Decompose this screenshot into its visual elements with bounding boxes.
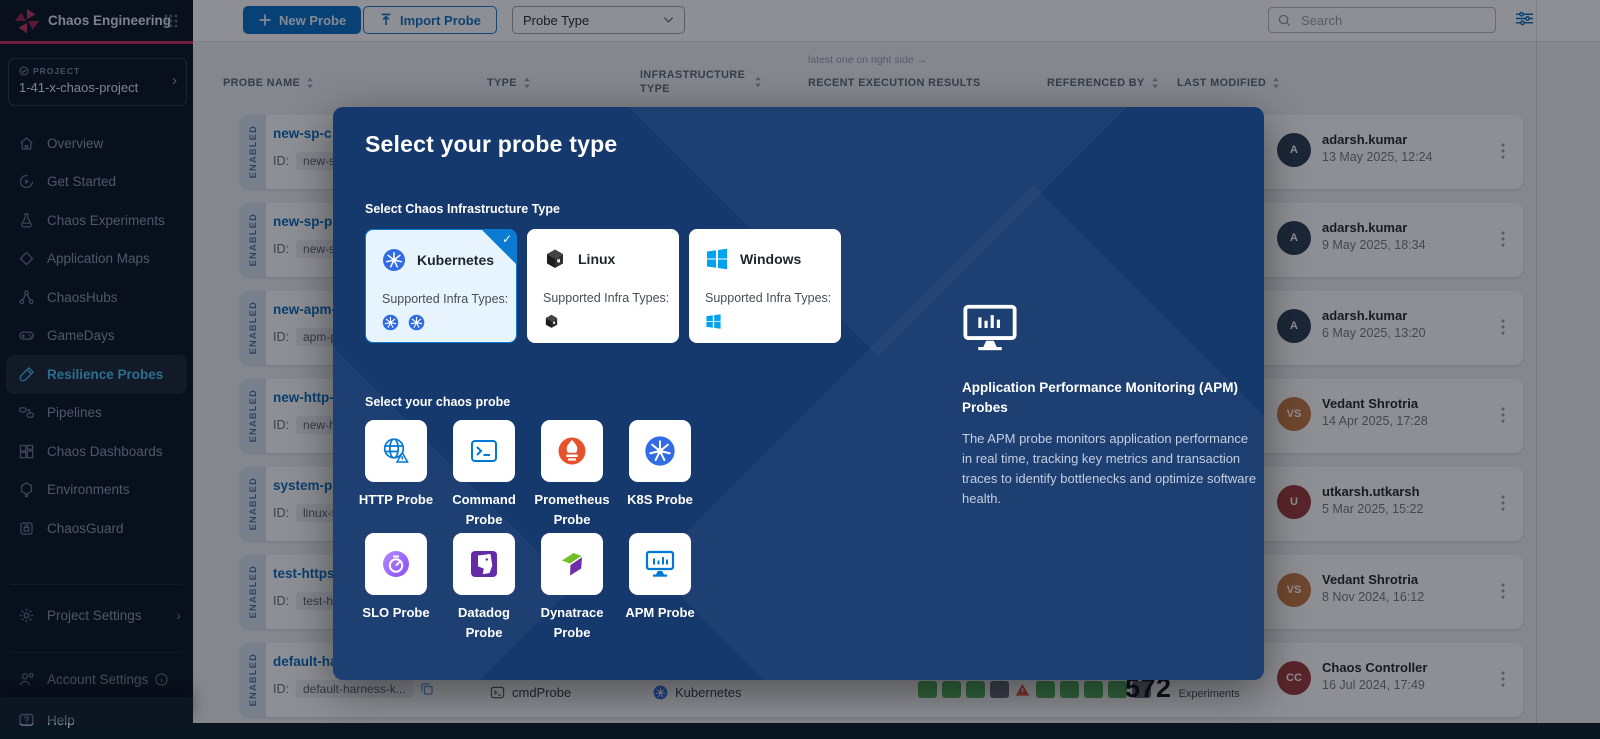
http-probe-icon xyxy=(380,435,412,467)
supported-infra-icons xyxy=(705,313,722,330)
supported-infra-label: Supported Infra Types: xyxy=(705,291,831,305)
probe-tile-label[interactable]: Prometheus Probe xyxy=(527,490,617,529)
apm-info-title: Application Performance Monitoring (APM)… xyxy=(962,378,1252,419)
modal-title: Select your probe type xyxy=(365,131,617,158)
chaos-probe-section-label: Select your chaos probe xyxy=(365,395,510,409)
probe-tile-label[interactable]: Datadog Probe xyxy=(439,603,529,642)
linux-icon xyxy=(543,313,560,330)
kubernetes-icon xyxy=(644,435,676,467)
kubernetes-icon xyxy=(382,314,399,331)
apm-info-panel: Application Performance Monitoring (APM)… xyxy=(962,303,1262,509)
check-icon: ✓ xyxy=(502,232,512,246)
supported-infra-icons xyxy=(543,313,560,330)
probe-type-modal: Select your probe type Select Chaos Infr… xyxy=(333,107,1264,680)
probe-tile-label[interactable]: K8S Probe xyxy=(615,490,705,510)
probe-tile-prometheus-probe[interactable] xyxy=(541,420,603,482)
probe-tile-k8s-probe[interactable] xyxy=(629,420,691,482)
infra-card-windows[interactable]: WindowsSupported Infra Types: xyxy=(689,229,841,343)
windows-icon xyxy=(705,247,729,271)
infra-type-section-label: Select Chaos Infrastructure Type xyxy=(365,202,560,216)
apm-probe-icon xyxy=(644,548,676,580)
kubernetes-icon xyxy=(408,314,425,331)
probe-tile-command-probe[interactable] xyxy=(453,420,515,482)
dynatrace-probe-icon xyxy=(556,548,588,580)
linux-icon xyxy=(543,247,567,271)
slo-probe-icon xyxy=(380,548,412,580)
probe-tile-label[interactable]: APM Probe xyxy=(615,603,705,623)
apm-info-description: The APM probe monitors application perfo… xyxy=(962,429,1258,510)
probe-tile-slo-probe[interactable] xyxy=(365,533,427,595)
supported-infra-label: Supported Infra Types: xyxy=(382,292,508,306)
infra-card-linux[interactable]: LinuxSupported Infra Types: xyxy=(527,229,679,343)
infra-card-kubernetes[interactable]: ✓KubernetesSupported Infra Types: xyxy=(365,229,517,343)
probe-tile-label[interactable]: Dynatrace Probe xyxy=(527,603,617,642)
datadog-probe-icon xyxy=(468,548,500,580)
monitor-icon xyxy=(962,303,1018,353)
probe-tile-label[interactable]: Command Probe xyxy=(439,490,529,529)
supported-infra-icons xyxy=(382,314,425,331)
probe-tile-dynatrace-probe[interactable] xyxy=(541,533,603,595)
probe-tile-label[interactable]: SLO Probe xyxy=(351,603,441,623)
probe-tile-apm-probe[interactable] xyxy=(629,533,691,595)
probe-tile-http-probe[interactable] xyxy=(365,420,427,482)
prometheus-probe-icon xyxy=(556,435,588,467)
probe-tile-label[interactable]: HTTP Probe xyxy=(351,490,441,510)
probe-tile-datadog-probe[interactable] xyxy=(453,533,515,595)
windows-icon xyxy=(705,313,722,330)
command-probe-icon xyxy=(468,435,500,467)
supported-infra-label: Supported Infra Types: xyxy=(543,291,669,305)
kubernetes-icon xyxy=(382,248,406,272)
